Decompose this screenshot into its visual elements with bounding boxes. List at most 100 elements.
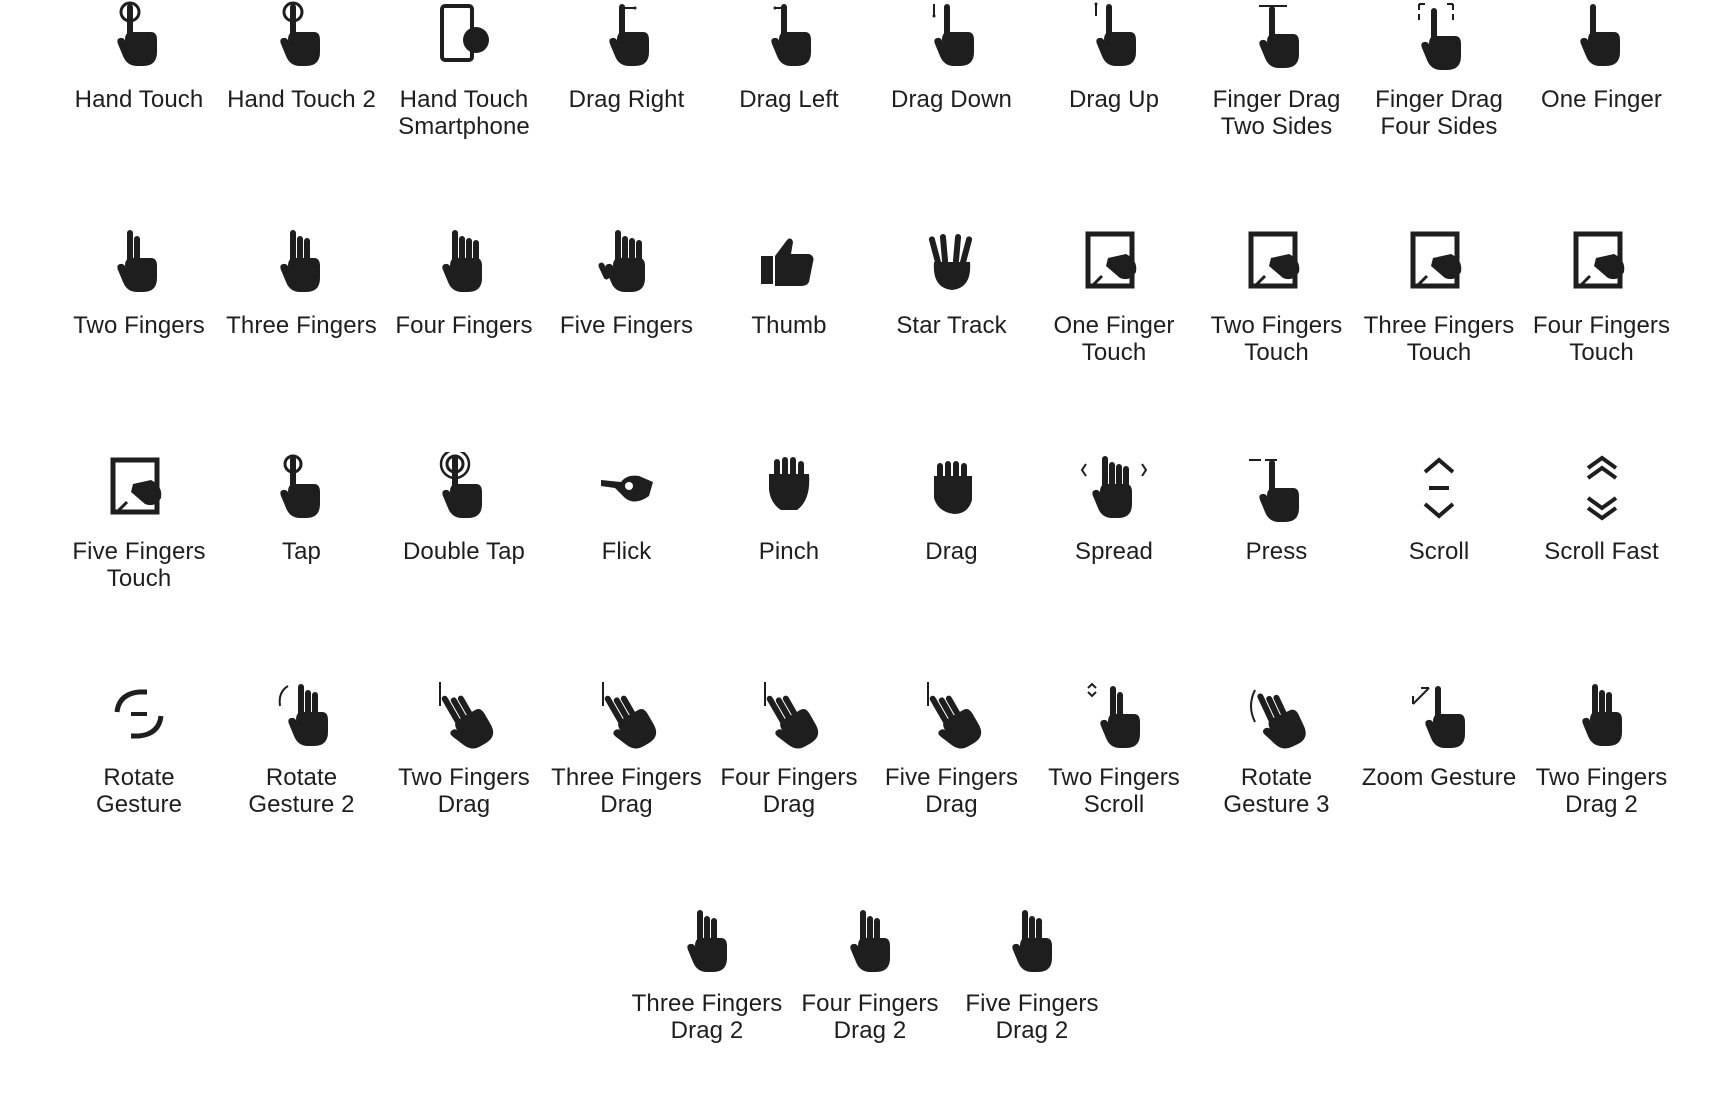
icon-tile: Two Fingers Drag 2: [1521, 678, 1683, 868]
icon-label: Two Fingers: [73, 312, 205, 339]
icon-label: Four Fingers: [395, 312, 533, 339]
rotate-gesture-2-icon: [266, 678, 338, 750]
press-icon: [1241, 452, 1313, 524]
icon-label: Three Fingers Drag 2: [631, 990, 783, 1044]
icon-label: Five Fingers Drag: [884, 764, 1019, 818]
three-fingers-touch-icon: [1403, 226, 1475, 298]
icon-tile: Hand Touch Smartphone: [383, 0, 545, 190]
icon-label: Three Fingers Touch: [1363, 312, 1515, 366]
two-fingers-icon: [103, 226, 175, 298]
icon-tile: Finger Drag Four Sides: [1358, 0, 1520, 190]
icon-tile: Tap: [221, 452, 383, 642]
two-fingers-drag-2-icon: [1566, 678, 1638, 750]
icon-label: One Finger: [1540, 86, 1663, 113]
icon-tile: Drag Up: [1033, 0, 1195, 190]
icon-tile: Five Fingers Touch: [58, 452, 220, 642]
drag-icon: [916, 452, 988, 524]
icon-label: Rotate Gesture 2: [248, 764, 355, 818]
double-tap-icon: [428, 452, 500, 524]
rotate-gesture-icon: [103, 678, 175, 750]
icon-label: Press: [1245, 538, 1308, 565]
icon-label: Five Fingers: [559, 312, 694, 339]
icon-tile: Scroll: [1358, 452, 1520, 642]
finger-drag-four-sides-icon: [1403, 0, 1475, 72]
icon-tile: Rotate Gesture 2: [221, 678, 383, 868]
five-fingers-icon: [591, 226, 663, 298]
three-fingers-drag-2-icon: [671, 904, 743, 976]
icon-tile: Three Fingers Touch: [1358, 226, 1520, 416]
icon-label: Two Fingers Drag 2: [1535, 764, 1668, 818]
icon-label: Double Tap: [403, 538, 525, 565]
spread-icon: [1078, 452, 1150, 524]
drag-right-icon: [591, 0, 663, 72]
icon-tile: Hand Touch 2: [221, 0, 383, 190]
five-fingers-drag-2-icon: [996, 904, 1068, 976]
four-fingers-drag-2-icon: [834, 904, 906, 976]
icon-tile: Two Fingers Drag: [383, 678, 545, 868]
icon-tile: Pinch: [708, 452, 870, 642]
icon-tile: Rotate Gesture 3: [1196, 678, 1358, 868]
drag-down-icon: [916, 0, 988, 72]
icon-label: Finger Drag Two Sides: [1212, 86, 1341, 140]
scroll-fast-icon: [1566, 452, 1638, 524]
three-fingers-drag-icon: [591, 678, 663, 750]
icon-label: Pinch: [758, 538, 820, 565]
icon-tile: Five Fingers: [546, 226, 708, 416]
four-fingers-drag-icon: [753, 678, 825, 750]
star-track-icon: [916, 226, 988, 298]
icon-label: Rotate Gesture 3: [1223, 764, 1330, 818]
icon-label: Spread: [1075, 538, 1153, 565]
icon-tile: Five Fingers Drag 2: [951, 904, 1113, 1094]
four-fingers-touch-icon: [1566, 226, 1638, 298]
icon-tile: Four Fingers Drag: [708, 678, 870, 868]
icon-label: Drag Left: [739, 86, 839, 113]
gesture-icon-sheet: Hand Touch Hand Touch 2 Hand Touch Smartph…: [0, 0, 1736, 1046]
drag-left-icon: [753, 0, 825, 72]
tap-icon: [266, 452, 338, 524]
icon-tile: Two Fingers Scroll: [1033, 678, 1195, 868]
icon-label: Three Fingers Drag: [551, 764, 702, 818]
icon-label: Four Fingers Drag 2: [801, 990, 939, 1044]
icon-tile: Three Fingers Drag 2: [626, 904, 788, 1094]
one-finger-touch-icon: [1078, 226, 1150, 298]
icon-label: Drag: [925, 538, 978, 565]
icon-tile: Spread: [1033, 452, 1195, 642]
finger-drag-two-sides-icon: [1241, 0, 1313, 72]
icon-tile: Press: [1196, 452, 1358, 642]
icon-label: Finger Drag Four Sides: [1375, 86, 1503, 140]
icon-label: Hand Touch Smartphone: [398, 86, 530, 140]
three-fingers-icon: [266, 226, 338, 298]
icon-tile: Three Fingers Drag: [546, 678, 708, 868]
icon-tile: One Finger: [1521, 0, 1683, 190]
icon-tile: Rotate Gesture: [58, 678, 220, 868]
zoom-gesture-icon: [1403, 678, 1475, 750]
pinch-icon: [753, 452, 825, 524]
icon-label: Hand Touch 2: [227, 86, 376, 113]
icon-tile: Scroll Fast: [1521, 452, 1683, 642]
five-fingers-touch-icon: [103, 452, 175, 524]
icon-tile: Four Fingers Touch: [1521, 226, 1683, 416]
two-fingers-drag-icon: [428, 678, 500, 750]
hand-touch-2-icon: [266, 0, 338, 72]
icon-label: Star Track: [896, 312, 1007, 339]
icon-tile: Two Fingers: [58, 226, 220, 416]
two-fingers-touch-icon: [1241, 226, 1313, 298]
icon-label: Thumb: [751, 312, 827, 339]
icon-label: Two Fingers Touch: [1210, 312, 1343, 366]
icon-label: Drag Up: [1068, 86, 1160, 113]
icon-label: Rotate Gesture: [95, 764, 183, 818]
icon-tile: Drag Down: [871, 0, 1033, 190]
five-fingers-drag-icon: [916, 678, 988, 750]
icon-label: One Finger Touch: [1053, 312, 1175, 366]
icon-label: Tap: [282, 538, 321, 565]
icon-tile: Four Fingers Drag 2: [789, 904, 951, 1094]
icon-tile: Finger Drag Two Sides: [1196, 0, 1358, 190]
icon-tile: Flick: [546, 452, 708, 642]
one-finger-icon: [1566, 0, 1638, 72]
icon-label: Four Fingers Drag: [720, 764, 858, 818]
icon-label: Drag Right: [568, 86, 685, 113]
icon-tile: Drag: [871, 452, 1033, 642]
thumb-icon: [753, 226, 825, 298]
icon-tile: Double Tap: [383, 452, 545, 642]
four-fingers-icon: [428, 226, 500, 298]
